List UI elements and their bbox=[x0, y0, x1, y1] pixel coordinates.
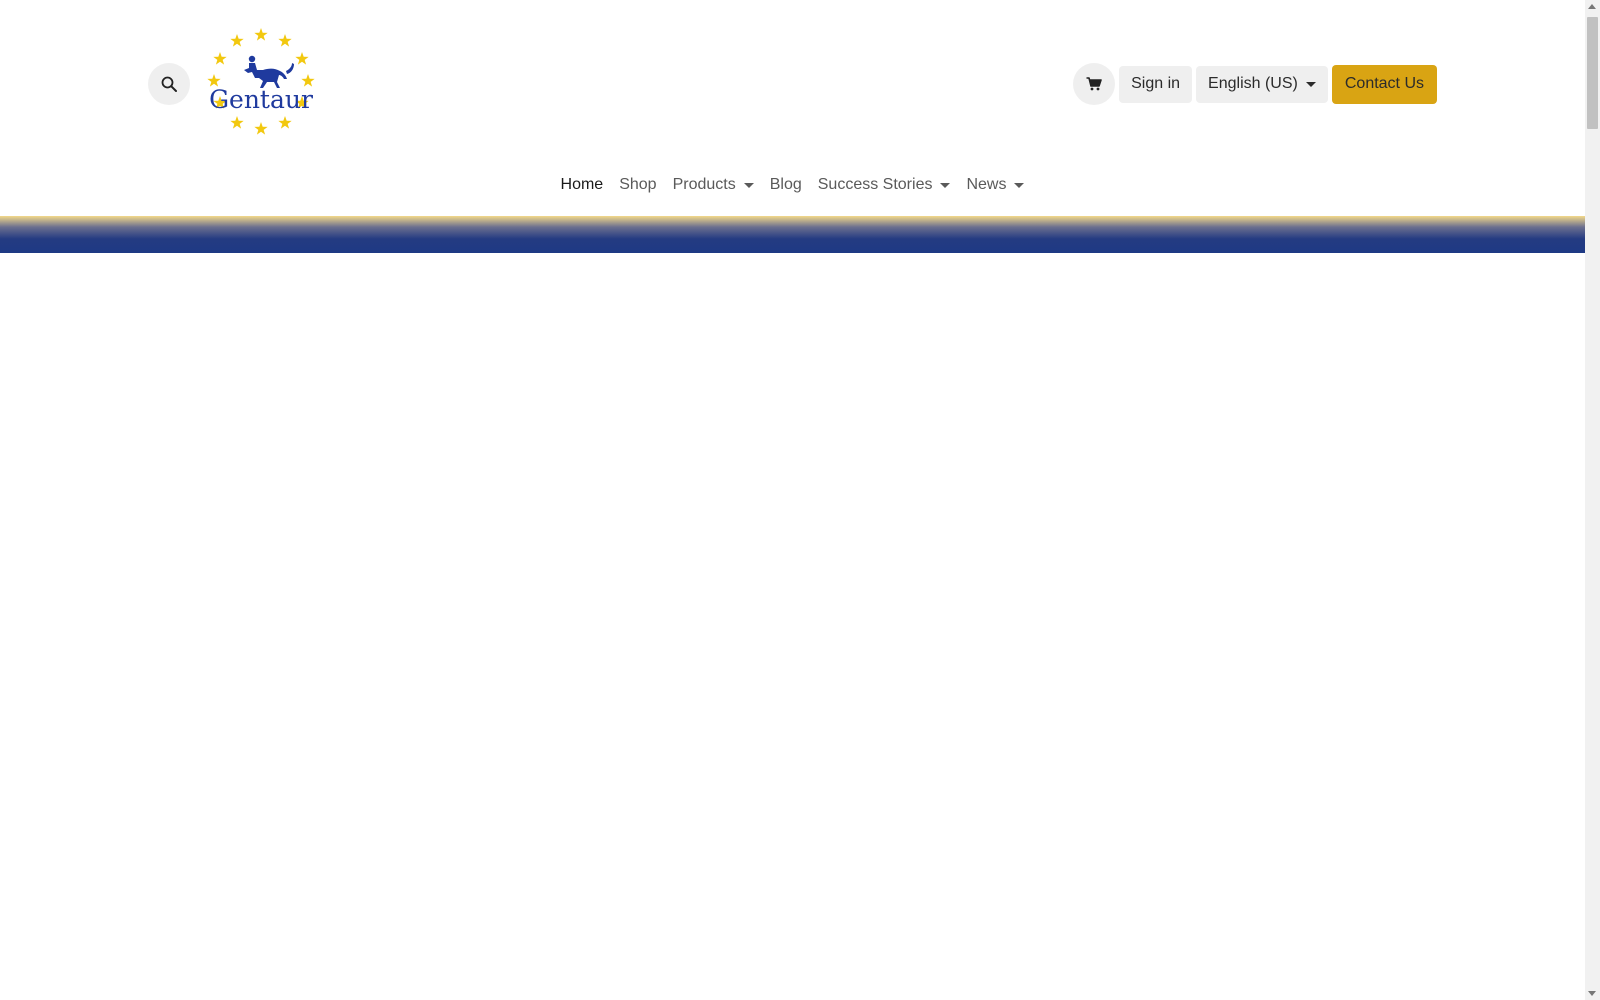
cart-icon bbox=[1086, 77, 1102, 91]
page: Gentaur Sign in English (US) Contact Us bbox=[0, 0, 1600, 1000]
star-ring bbox=[207, 28, 315, 135]
scroll-up-icon[interactable] bbox=[1588, 4, 1596, 9]
viewport: Gentaur Sign in English (US) Contact Us bbox=[0, 0, 1585, 1000]
header-actions: Sign in English (US) Contact Us bbox=[1073, 63, 1437, 105]
scroll-down-icon[interactable] bbox=[1588, 991, 1596, 996]
nav-item-products[interactable]: Products bbox=[665, 172, 762, 198]
nav-item-label: Success Stories bbox=[817, 176, 933, 193]
nav-item-label: Products bbox=[672, 176, 736, 193]
nav-item-label: Blog bbox=[769, 176, 802, 193]
chevron-down-icon bbox=[1305, 81, 1316, 87]
sign-in-label: Sign in bbox=[1131, 75, 1181, 92]
chevron-down-icon bbox=[940, 182, 951, 188]
header-gradient-band bbox=[0, 216, 1585, 253]
nav-item-label: Home bbox=[560, 176, 604, 193]
centaur-icon bbox=[244, 55, 294, 88]
chevron-down-icon bbox=[743, 182, 754, 188]
nav-item-label: News bbox=[966, 176, 1007, 193]
search-button[interactable] bbox=[148, 63, 190, 105]
sign-in-button[interactable]: Sign in bbox=[1119, 65, 1193, 103]
language-dropdown[interactable]: English (US) bbox=[1196, 65, 1328, 103]
nav-item-news[interactable]: News bbox=[958, 172, 1032, 198]
vertical-scrollbar[interactable] bbox=[1585, 0, 1600, 1000]
nav-item-success-stories[interactable]: Success Stories bbox=[810, 172, 959, 198]
search-icon bbox=[161, 76, 177, 92]
nav-item-shop[interactable]: Shop bbox=[611, 172, 664, 198]
chevron-down-icon bbox=[1014, 182, 1025, 188]
main-nav: Home Shop Products Blog Success Stories … bbox=[0, 172, 1585, 198]
language-label: English (US) bbox=[1208, 75, 1298, 92]
contact-us-label: Contact Us bbox=[1344, 75, 1424, 92]
nav-item-blog[interactable]: Blog bbox=[762, 172, 810, 198]
cart-button[interactable] bbox=[1073, 63, 1116, 105]
nav-item-home[interactable]: Home bbox=[553, 172, 612, 198]
logo-text: Gentaur bbox=[209, 85, 313, 114]
scrollbar-thumb[interactable] bbox=[1587, 17, 1598, 129]
nav-item-label: Shop bbox=[619, 176, 657, 193]
gentaur-logo[interactable]: Gentaur bbox=[205, 26, 317, 138]
contact-us-button[interactable]: Contact Us bbox=[1331, 64, 1437, 104]
